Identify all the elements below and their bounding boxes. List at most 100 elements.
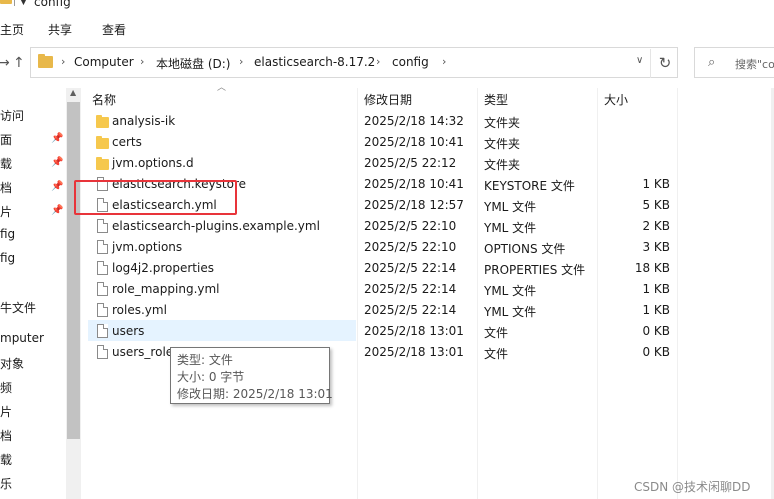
folder-icon	[96, 115, 109, 128]
file-icon	[97, 303, 108, 317]
nav-item[interactable]: 牛文件	[0, 299, 36, 316]
file-tooltip: 类型: 文件 大小: 0 字节 修改日期: 2025/2/18 13:01	[170, 347, 333, 404]
file-size: 0 KB	[642, 324, 670, 338]
sort-ascending-icon: ︿	[217, 83, 227, 93]
file-modified: 2025/2/5 22:14	[364, 282, 457, 296]
tooltip-size: 大小: 0 字节	[177, 370, 245, 384]
chevron-right-icon[interactable]: ›	[140, 55, 144, 68]
file-type: YML 文件	[484, 200, 537, 214]
search-icon: ⌕	[708, 55, 716, 70]
column-header-modified[interactable]: 修改日期	[364, 91, 412, 108]
file-size: 1 KB	[642, 303, 670, 317]
file-size: 1 KB	[642, 282, 670, 296]
chevron-right-icon[interactable]: ›	[442, 55, 446, 68]
nav-item[interactable]: 乐	[0, 475, 12, 492]
file-name[interactable]: roles.yml	[112, 303, 167, 317]
nav-item[interactable]: 对象	[0, 355, 24, 372]
file-size: 2 KB	[642, 219, 670, 233]
quick-access-dropdown-icon[interactable]: ▼	[20, 0, 27, 7]
pin-icon[interactable]: 📌	[51, 181, 63, 192]
nav-item[interactable]: fig	[0, 227, 15, 241]
pin-icon[interactable]: 📌	[51, 205, 63, 216]
refresh-button[interactable]: ↻	[650, 49, 679, 78]
file-name[interactable]: role_mapping.yml	[112, 282, 220, 296]
chevron-right-icon[interactable]: ›	[376, 55, 380, 68]
file-name[interactable]: elasticsearch-plugins.example.yml	[112, 219, 320, 233]
up-icon[interactable]: ↑	[13, 55, 25, 71]
file-icon	[97, 261, 108, 275]
file-size: 1 KB	[642, 177, 670, 191]
column-divider[interactable]	[477, 88, 478, 499]
nav-item[interactable]: 面	[0, 131, 12, 148]
nav-item[interactable]: 载	[0, 155, 12, 172]
file-modified: 2025/2/18 10:41	[364, 177, 464, 191]
file-type: OPTIONS 文件	[484, 242, 566, 256]
file-type: KEYSTORE 文件	[484, 179, 575, 193]
tooltip-type: 类型: 文件	[177, 353, 233, 367]
file-type: 文件夹	[484, 158, 521, 172]
chevron-right-icon[interactable]: ›	[239, 55, 243, 68]
nav-item[interactable]: 访问	[0, 107, 24, 124]
file-name[interactable]: jvm.options	[112, 240, 182, 254]
nav-item[interactable]: 片	[0, 403, 12, 420]
refresh-icon: ↻	[658, 54, 672, 72]
column-divider[interactable]	[677, 88, 678, 499]
file-size: 3 KB	[642, 240, 670, 254]
file-icon	[97, 324, 108, 338]
file-size: 5 KB	[642, 198, 670, 212]
forward-icon[interactable]: →	[0, 55, 10, 71]
tab-view[interactable]: 查看	[102, 21, 126, 38]
breadcrumb-computer[interactable]: Computer	[74, 55, 134, 69]
column-divider[interactable]	[357, 88, 358, 499]
pin-icon[interactable]: 📌	[51, 157, 63, 168]
file-type: 文件	[484, 347, 509, 361]
file-modified: 2025/2/5 22:10	[364, 219, 457, 233]
chevron-down-icon[interactable]: ∨	[636, 55, 643, 66]
file-modified: 2025/2/18 13:01	[364, 324, 464, 338]
tab-share[interactable]: 共享	[48, 21, 72, 38]
tab-home[interactable]: 主页	[0, 21, 24, 38]
nav-item[interactable]: 频	[0, 379, 12, 396]
nav-item[interactable]: 档	[0, 427, 12, 444]
column-divider[interactable]	[597, 88, 598, 499]
address-bar[interactable]: › Computer › 本地磁盘 (D:) › elasticsearch-8…	[30, 47, 678, 78]
file-name[interactable]: users	[112, 324, 144, 338]
file-type: YML 文件	[484, 305, 537, 319]
column-header-name[interactable]: 名称	[92, 91, 116, 108]
pin-icon[interactable]: 📌	[51, 133, 63, 144]
file-icon	[97, 282, 108, 296]
file-name[interactable]: jvm.options.d	[112, 156, 194, 170]
column-header-size[interactable]: 大小	[604, 91, 628, 108]
file-type: 文件	[484, 326, 509, 340]
folder-icon	[96, 136, 109, 149]
file-modified: 2025/2/18 14:32	[364, 114, 464, 128]
nav-item[interactable]: mputer	[0, 331, 44, 345]
file-type: PROPERTIES 文件	[484, 263, 586, 277]
window-title: config	[34, 0, 71, 9]
nav-item[interactable]: 档	[0, 179, 12, 196]
column-header-type[interactable]: 类型	[484, 91, 508, 108]
nav-item[interactable]: 片	[0, 203, 12, 220]
nav-scrollbar-thumb[interactable]	[67, 102, 80, 439]
breadcrumb-current[interactable]: config	[392, 55, 429, 69]
file-icon	[97, 240, 108, 254]
file-type: YML 文件	[484, 221, 537, 235]
file-name[interactable]: log4j2.properties	[112, 261, 214, 275]
scroll-up-icon[interactable]: ▲	[70, 88, 76, 97]
file-type: 文件夹	[484, 116, 521, 130]
file-name[interactable]: certs	[112, 135, 142, 149]
watermark: CSDN @技术闲聊DD	[634, 480, 751, 494]
search-placeholder: 搜索"config"	[735, 58, 774, 71]
breadcrumb-drive[interactable]: 本地磁盘 (D:)	[156, 55, 230, 72]
chevron-right-icon[interactable]: ›	[61, 55, 65, 68]
nav-item[interactable]: fig	[0, 251, 15, 265]
file-modified: 2025/2/5 22:14	[364, 261, 457, 275]
breadcrumb-folder[interactable]: elasticsearch-8.17.2	[254, 55, 375, 69]
annotation-highlight-box	[74, 180, 237, 215]
search-input[interactable]: ⌕ 搜索"config"	[694, 47, 774, 78]
nav-item[interactable]: 载	[0, 451, 12, 468]
file-icon	[97, 345, 108, 359]
file-size: 18 KB	[634, 261, 670, 275]
divider	[14, 0, 15, 6]
file-name[interactable]: analysis-ik	[112, 114, 175, 128]
